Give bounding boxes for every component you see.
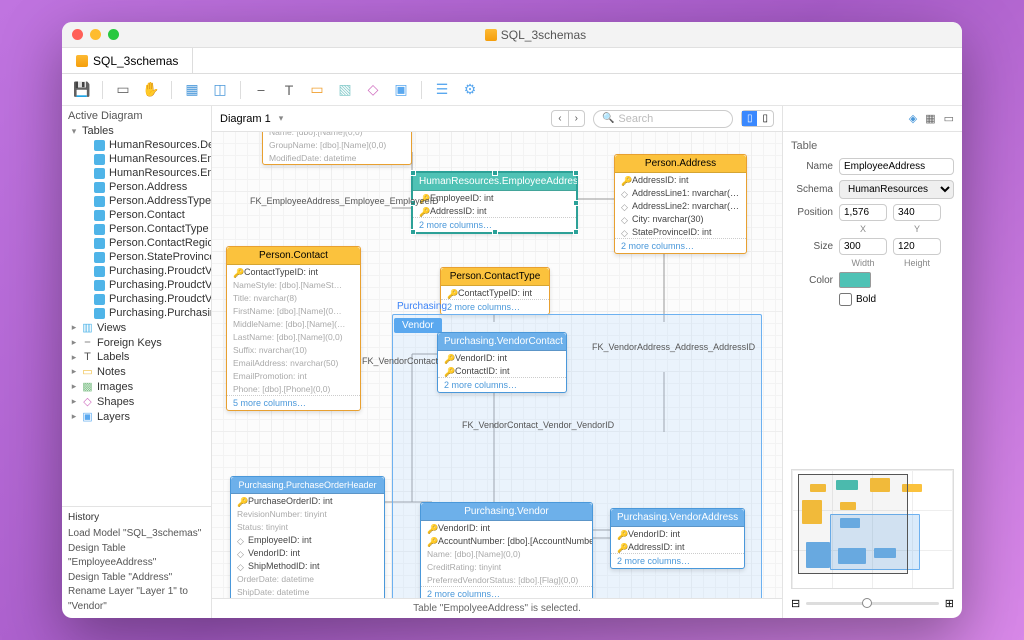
sidebar-group-images[interactable]: ▸▩Images: [62, 379, 211, 394]
sidebar-section-active: Active Diagram: [62, 106, 211, 124]
name-field[interactable]: [839, 158, 954, 175]
minimap[interactable]: [791, 469, 954, 589]
window-title-text: SQL_3schemas: [501, 28, 586, 42]
sidebar-group-labels[interactable]: ▸TLabels: [62, 350, 211, 364]
sidebar-table-item[interactable]: Purchasing.ProudctVen…: [62, 264, 211, 278]
pos-x-field[interactable]: [839, 204, 887, 221]
zoom-icon[interactable]: [108, 29, 119, 40]
entity-poh[interactable]: Purchasing.PurchaseOrderHeader 🔑Purchase…: [230, 476, 385, 598]
entity-personaddress[interactable]: Person.Address 🔑AddressID: int ◇AddressL…: [614, 154, 747, 254]
table-icon[interactable]: ▦: [182, 80, 202, 100]
height-field[interactable]: [893, 238, 941, 255]
sidebar-table-item[interactable]: HumanResources.Emplo…: [62, 152, 211, 166]
entity-vendor[interactable]: Purchasing.Vendor 🔑VendorID: int 🔑Accoun…: [420, 502, 593, 598]
window-title: SQL_3schemas: [119, 28, 952, 42]
zoom-out-icon[interactable]: ⊟: [791, 597, 800, 610]
tab-document[interactable]: SQL_3schemas: [62, 48, 193, 73]
toolbar: 💾 ▭ ✋ ▦ ◫ ⎯ T ▭ ▧ ◇ ▣ ☰ ⚙: [62, 74, 962, 106]
sidebar-group-shapes[interactable]: ▸◇Shapes: [62, 394, 211, 409]
search-icon: 🔍: [602, 113, 614, 124]
rel-label[interactable]: FK_VendorContact_Vendor_VendorID: [462, 420, 614, 430]
sidebar-table-item[interactable]: HumanResources.Depa…: [62, 138, 211, 152]
diagram-selector[interactable]: Diagram 1: [220, 113, 271, 125]
rel-label[interactable]: FK_VendorContact: [362, 356, 438, 366]
chevron-down-icon[interactable]: ▾: [279, 113, 284, 124]
canvas-toolbar: Diagram 1 ▾ ‹› 🔍 Search ▯▯: [212, 106, 782, 132]
shape-icon[interactable]: ◇: [363, 80, 383, 100]
label-icon[interactable]: T: [279, 80, 299, 100]
sidebar-table-item[interactable]: Person.ContactRegion: [62, 236, 211, 250]
zoom-in-icon[interactable]: ⊞: [945, 597, 954, 610]
entity-personcontact[interactable]: Person.Contact 🔑ContactTypeID: int NameS…: [226, 246, 361, 411]
history-item[interactable]: Design Table "EmployeeAddress": [68, 542, 205, 571]
diagram-canvas[interactable]: Name: [dbo].[Name](0,0) GroupName: [dbo]…: [212, 132, 782, 598]
entity-contacttype[interactable]: Person.ContactType 🔑ContactTypeID: int 2…: [440, 267, 550, 315]
save-icon[interactable]: 💾: [72, 80, 92, 100]
hand-icon[interactable]: ✋: [141, 80, 161, 100]
status-bar: Table "EmpolyeeAddress" is selected.: [212, 598, 782, 618]
database-icon: [76, 55, 88, 67]
tab-label: SQL_3schemas: [93, 54, 178, 68]
page-icon[interactable]: ▭: [944, 112, 954, 125]
entity-vendorcontact[interactable]: Purchasing.VendorContact 🔑VendorID: int …: [437, 332, 567, 393]
layer-icon[interactable]: ▣: [391, 80, 411, 100]
app-window: SQL_3schemas SQL_3schemas 💾 ▭ ✋ ▦ ◫ ⎯ T …: [62, 22, 962, 618]
search-input[interactable]: 🔍 Search: [593, 110, 733, 128]
tree-tables[interactable]: ▾Tables: [62, 124, 211, 138]
grid-icon[interactable]: ▦: [925, 112, 935, 125]
arrange-icon[interactable]: ☰: [432, 80, 452, 100]
entity-clipped[interactable]: Name: [dbo].[Name](0,0) GroupName: [dbo]…: [262, 132, 412, 165]
database-icon: [485, 29, 497, 41]
view-icon[interactable]: ◫: [210, 80, 230, 100]
sidebar: Active Diagram ▾Tables HumanResources.De…: [62, 106, 212, 618]
sidebar-table-item[interactable]: Person.ContactType: [62, 222, 211, 236]
autolayout-icon[interactable]: ⚙: [460, 80, 480, 100]
inspector: ◈ ▦ ▭ Table Name Schema HumanResources P…: [782, 106, 962, 618]
rel-label[interactable]: FK_VendorAddress_Address_AddressID: [592, 342, 755, 352]
view-toggle[interactable]: ▯▯: [741, 110, 774, 127]
close-icon[interactable]: [72, 29, 83, 40]
image-icon[interactable]: ▧: [335, 80, 355, 100]
sidebar-table-item[interactable]: Purchasing.ProudctVen…: [62, 292, 211, 306]
history-item[interactable]: Load Model "SQL_3schemas": [68, 527, 205, 542]
bold-checkbox[interactable]: [839, 293, 852, 306]
foreignkey-icon[interactable]: ⎯: [251, 80, 271, 100]
sidebar-table-item[interactable]: Person.AddressType: [62, 194, 211, 208]
history-label: History: [68, 511, 205, 526]
color-swatch[interactable]: [839, 272, 871, 288]
pos-y-field[interactable]: [893, 204, 941, 221]
minimize-icon[interactable]: [90, 29, 101, 40]
pointer-icon[interactable]: ▭: [113, 80, 133, 100]
sidebar-group-notes[interactable]: ▸▭Notes: [62, 364, 211, 379]
rel-label[interactable]: FK_EmployeeAddress_Employee_EmployeeID: [250, 196, 439, 206]
zoom-slider[interactable]: ⊟ ⊞: [791, 597, 954, 610]
width-field[interactable]: [839, 238, 887, 255]
history-item[interactable]: Design Table "Address": [68, 571, 205, 586]
sidebar-table-item[interactable]: Purchasing.ProudctVen…: [62, 278, 211, 292]
history-item[interactable]: Rename Layer "Layer 1" to "Vendor": [68, 585, 205, 614]
sidebar-table-item[interactable]: Person.Address: [62, 180, 211, 194]
cube-icon[interactable]: ◈: [909, 112, 917, 125]
layer-tag[interactable]: Vendor: [394, 318, 442, 333]
tabstrip: SQL_3schemas: [62, 48, 962, 74]
sidebar-table-item[interactable]: Person.Contact: [62, 208, 211, 222]
layer-group-label: Purchasing: [394, 300, 450, 313]
inspector-section: Table: [791, 140, 954, 152]
sidebar-group-foreignkeys[interactable]: ▸⎯Foreign Keys: [62, 335, 211, 350]
pager[interactable]: ‹›: [551, 110, 585, 127]
sidebar-table-item[interactable]: Purchasing.Purchasing…: [62, 306, 211, 320]
window-controls: [72, 29, 119, 40]
history-panel: History Load Model "SQL_3schemas"Design …: [62, 506, 211, 619]
titlebar: SQL_3schemas: [62, 22, 962, 48]
entity-vendoraddress[interactable]: Purchasing.VendorAddress 🔑VendorID: int …: [610, 508, 745, 569]
note-icon[interactable]: ▭: [307, 80, 327, 100]
sidebar-table-item[interactable]: HumanResources.Emplo…: [62, 166, 211, 180]
sidebar-table-item[interactable]: Person.StateProvince: [62, 250, 211, 264]
sidebar-group-views[interactable]: ▸▥Views: [62, 320, 211, 335]
sidebar-group-layers[interactable]: ▸▣Layers: [62, 409, 211, 424]
schema-select[interactable]: HumanResources: [839, 180, 954, 199]
